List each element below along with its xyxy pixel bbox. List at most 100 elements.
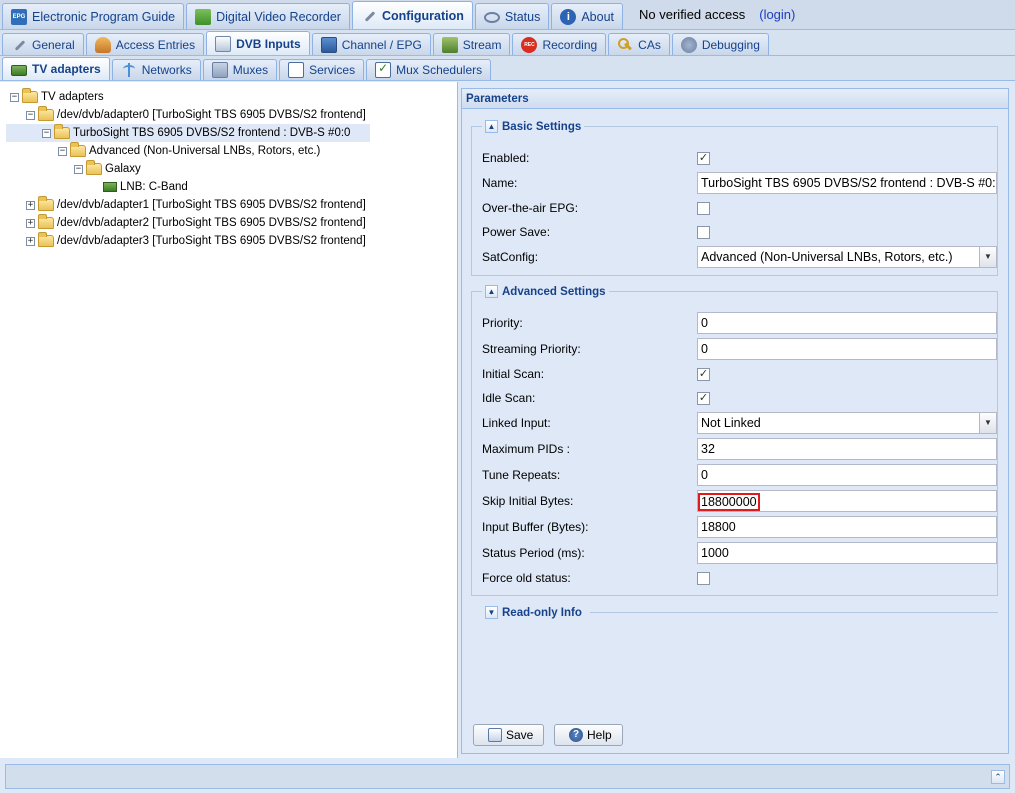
tab-general[interactable]: General [2,33,84,55]
tree-node-adapter1[interactable]: + /dev/dvb/adapter1 [TurboSight TBS 6905… [26,196,366,214]
tab-services[interactable]: Services [279,59,365,80]
streaming-priority-field[interactable]: 0 [697,338,997,360]
chevron-down-icon[interactable]: ▼ [979,413,996,433]
name-field[interactable]: TurboSight TBS 6905 DVBS/S2 frontend : D… [697,172,997,194]
folder-icon [22,88,38,103]
readonly-info-section[interactable]: ▼ Read-only Info [471,606,998,619]
linked-input-select[interactable]: Not Linked ▼ [697,412,997,434]
save-button[interactable]: Save [473,724,545,746]
folder-icon [38,106,54,121]
initial-scan-checkbox[interactable]: ✓ [697,367,710,381]
tab-electronic-program-guide[interactable]: EPG Electronic Program Guide [2,3,185,29]
field-label: Linked Input: [482,416,551,430]
tree-node-tv-adapters[interactable]: − TV adapters [10,88,104,106]
tree-node-satconfig-advanced[interactable]: − Advanced (Non-Universal LNBs, Rotors, … [58,142,320,160]
collapse-toggle-icon[interactable]: − [26,110,35,120]
epg-icon: EPG [11,8,27,25]
tab-cas[interactable]: CAs [608,33,670,55]
section-title: Advanced Settings [502,285,606,298]
scheduler-icon [375,61,392,78]
select-value: Not Linked [701,416,761,430]
ota-epg-row: Over-the-air EPG: [482,197,988,219]
tree-node-label: /dev/dvb/adapter2 [TurboSight TBS 6905 D… [57,217,366,229]
idle-scan-checkbox[interactable]: ✓ [697,391,710,405]
tree-node-lnb-c-band[interactable]: LNB: C-Band [103,178,188,196]
bottom-log-panel: ⌃ [5,764,1010,789]
chevron-down-icon[interactable]: ▼ [979,247,996,267]
tab-access-entries[interactable]: Access Entries [85,33,205,55]
expand-toggle-icon[interactable]: + [26,200,35,210]
parameters-panel: Parameters ▲ Basic Settings Enabled: ✓ N… [461,88,1009,754]
field-label: Streaming Priority: [482,342,581,356]
field-label: Idle Scan: [482,391,536,405]
ota-epg-checkbox[interactable] [697,201,710,215]
tab-status[interactable]: Status [474,3,550,29]
expand-up-icon[interactable]: ⌃ [991,770,1005,784]
tree-node-galaxy[interactable]: − Galaxy [74,160,141,178]
satconfig-select[interactable]: Advanced (Non-Universal LNBs, Rotors, et… [697,246,997,268]
field-label: Input Buffer (Bytes): [482,520,589,534]
tab-mux-schedulers[interactable]: Mux Schedulers [366,59,492,80]
tab-networks[interactable]: Networks [111,59,201,80]
help-button[interactable]: ? Help [554,724,623,746]
tree-node-adapter3[interactable]: + /dev/dvb/adapter3 [TurboSight TBS 6905… [26,232,366,250]
access-status: No verified access (login) [625,0,795,29]
help-icon: ? [569,728,583,742]
card-icon [103,182,117,192]
advanced-settings-section: ▲ Advanced Settings Priority: 0 Streamin… [471,285,998,596]
skip-initial-bytes-field[interactable]: 18800000 [697,490,997,512]
tab-label: Muxes [232,63,269,77]
folder-icon [38,214,54,229]
tab-configuration[interactable]: Configuration [351,1,473,29]
field-label: Maximum PIDs : [482,442,571,456]
tab-label: Services [309,63,356,77]
collapse-toggle-icon[interactable]: − [42,128,51,138]
collapse-toggle-icon[interactable]: − [74,164,83,174]
mux-icon [211,62,228,78]
dvb-icon [215,35,232,52]
tab-muxes[interactable]: Muxes [202,59,278,80]
collapse-icon[interactable]: ▲ [485,285,498,298]
login-link[interactable]: (login) [759,7,795,22]
tab-digital-video-recorder[interactable]: Digital Video Recorder [186,3,350,29]
tab-dvb-inputs[interactable]: DVB Inputs [206,31,310,55]
tab-recording[interactable]: REC Recording [512,33,607,55]
tree-node-frontend-dvbs[interactable]: − TurboSight TBS 6905 DVBS/S2 frontend :… [6,124,370,142]
tab-about[interactable]: i About [551,3,624,29]
max-pids-field[interactable]: 32 [697,438,997,460]
bug-icon [680,36,697,53]
collapse-toggle-icon[interactable]: − [10,92,19,102]
priority-field[interactable]: 0 [697,312,997,334]
tab-label: Electronic Program Guide [32,9,176,24]
tab-label: Access Entries [115,37,196,52]
input-buffer-field[interactable]: 18800 [697,516,997,538]
tab-tv-adapters[interactable]: TV adapters [2,57,110,80]
download-icon [195,8,212,25]
expand-icon[interactable]: ▼ [485,606,498,619]
panel-title: Parameters [462,89,1008,109]
tab-label: Status [504,9,541,24]
key-icon [617,37,633,53]
expand-toggle-icon[interactable]: + [26,236,35,246]
dvb-inputs-tab-bar: TV adapters Networks Muxes Services Mux … [0,56,1015,81]
tree-node-adapter0[interactable]: − /dev/dvb/adapter0 [TurboSight TBS 6905… [26,106,366,124]
collapse-icon[interactable]: ▲ [485,120,498,133]
tree-node-label: TV adapters [41,91,104,103]
skip-initial-bytes-row: Skip Initial Bytes: 18800000 [482,490,997,512]
collapse-toggle-icon[interactable]: − [58,146,67,156]
tab-label: General [32,37,75,52]
tv-adapters-tree: − TV adapters − /dev/dvb/adapter0 [Turbo… [0,82,458,758]
tree-node-adapter2[interactable]: + /dev/dvb/adapter2 [TurboSight TBS 6905… [26,214,366,232]
tab-channel-epg[interactable]: Channel / EPG [311,33,431,55]
enabled-checkbox[interactable]: ✓ [697,151,710,165]
power-save-checkbox[interactable] [697,225,710,239]
expand-toggle-icon[interactable]: + [26,218,35,228]
force-old-status-checkbox[interactable] [697,571,710,585]
configuration-tab-bar: General Access Entries DVB Inputs Channe… [0,30,1015,56]
tab-stream[interactable]: Stream [432,33,511,55]
tune-repeats-field[interactable]: 0 [697,464,997,486]
tab-debugging[interactable]: Debugging [671,33,769,55]
status-period-field[interactable]: 1000 [697,542,997,564]
divider [589,612,998,613]
tree-node-label: /dev/dvb/adapter0 [TurboSight TBS 6905 D… [57,109,366,121]
